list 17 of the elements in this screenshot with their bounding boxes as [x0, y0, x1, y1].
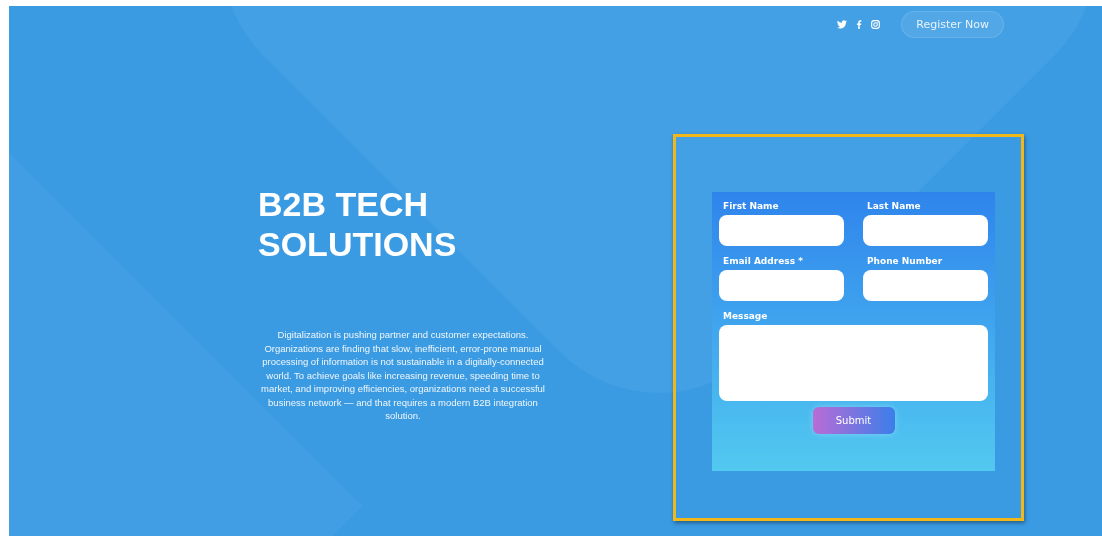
input-field[interactable]	[863, 270, 988, 301]
field-label: Message	[722, 310, 769, 323]
input-field[interactable]	[719, 215, 844, 246]
input-field[interactable]	[863, 215, 988, 246]
submit-button[interactable]: Submit	[812, 407, 895, 434]
message-field[interactable]	[719, 325, 988, 401]
register-button[interactable]: Register Now	[901, 10, 1004, 38]
hero-description: Digitalization is pushing partner and customer expectations. Organizations are finding that slow, inefficient, error-prone manual processing of information is not sustainable in a digitally-connected world. To achieve goals like increasing revenue, speeding time to market, and improving efficiencies, organizations need a successful business network — and that requires a modern B2B integration solution.	[260, 328, 546, 423]
hero-title: B2B TECH SOLUTIONS	[258, 184, 458, 264]
bird-icon[interactable]	[837, 19, 848, 29]
field-label: Email Address *	[722, 255, 804, 268]
field-label: Last Name	[866, 200, 922, 213]
instagram-icon[interactable]	[871, 19, 881, 29]
facebook-icon[interactable]	[856, 19, 863, 29]
input-field[interactable]	[719, 270, 844, 301]
field-label: Phone Number	[866, 255, 944, 268]
field-label: First Name	[722, 200, 780, 213]
